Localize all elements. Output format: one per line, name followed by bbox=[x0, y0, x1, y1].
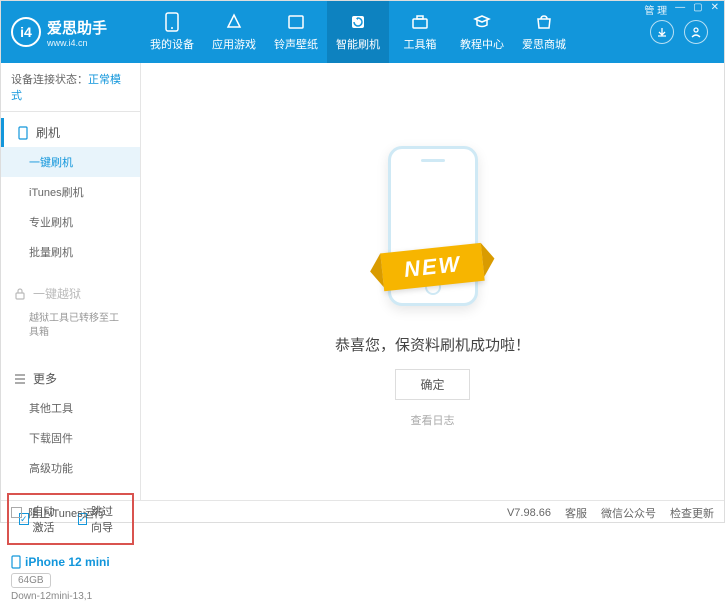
device-name: iPhone 12 mini bbox=[11, 555, 130, 569]
tab-label: 爱思商城 bbox=[522, 36, 566, 52]
user-button[interactable] bbox=[684, 20, 708, 44]
tab-store[interactable]: 爱思商城 bbox=[513, 1, 575, 63]
header-bar: i4 爱思助手 www.i4.cn 我的设备 应用游戏 铃声壁纸 智能刷机 工具… bbox=[1, 1, 724, 63]
tab-tutorials[interactable]: 教程中心 bbox=[451, 1, 513, 63]
check-update-link[interactable]: 检查更新 bbox=[670, 505, 714, 521]
section-flash[interactable]: 刷机 bbox=[1, 118, 140, 147]
download-button[interactable] bbox=[650, 20, 674, 44]
app-name: 爱思助手 bbox=[47, 17, 107, 38]
tab-flash[interactable]: 智能刷机 bbox=[327, 1, 389, 63]
logo-icon: i4 bbox=[11, 17, 41, 47]
tutorial-icon bbox=[472, 12, 492, 32]
app-url: www.i4.cn bbox=[47, 38, 107, 48]
main-content: NEW 恭喜您，保资料刷机成功啦！ 确定 查看日志 bbox=[141, 63, 724, 500]
connection-status: 设备连接状态：正常模式 bbox=[1, 63, 140, 112]
checkbox-block-itunes[interactable]: 阻止iTunes运行 bbox=[11, 505, 105, 521]
ok-button[interactable]: 确定 bbox=[395, 369, 469, 400]
lock-icon bbox=[13, 287, 27, 301]
header-right bbox=[650, 20, 714, 44]
device-info[interactable]: iPhone 12 mini 64GB Down-12mini-13,1 bbox=[1, 549, 140, 608]
apps-icon bbox=[224, 12, 244, 32]
jailbreak-note: 越狱工具已转移至工具箱 bbox=[1, 308, 140, 348]
window-menu[interactable]: 管 理 bbox=[644, 2, 667, 17]
sidebar-item-download-firmware[interactable]: 下载固件 bbox=[1, 423, 140, 453]
service-link[interactable]: 客服 bbox=[565, 505, 587, 521]
tab-label: 教程中心 bbox=[460, 36, 504, 52]
tab-label: 工具箱 bbox=[404, 36, 437, 52]
tab-my-device[interactable]: 我的设备 bbox=[141, 1, 203, 63]
section-jailbreak: 一键越狱 bbox=[1, 279, 140, 308]
menu-icon bbox=[13, 372, 27, 386]
phone-icon bbox=[16, 126, 30, 140]
success-message: 恭喜您，保资料刷机成功啦！ bbox=[335, 334, 530, 355]
view-log-link[interactable]: 查看日志 bbox=[411, 412, 455, 428]
tab-ringtones[interactable]: 铃声壁纸 bbox=[265, 1, 327, 63]
phone-icon bbox=[162, 12, 182, 32]
flash-icon bbox=[348, 12, 368, 32]
tab-label: 我的设备 bbox=[150, 36, 194, 52]
tab-label: 铃声壁纸 bbox=[274, 36, 318, 52]
tab-label: 应用游戏 bbox=[212, 36, 256, 52]
tab-label: 智能刷机 bbox=[336, 36, 380, 52]
sidebar-item-oneclick-flash[interactable]: 一键刷机 bbox=[1, 147, 140, 177]
wechat-link[interactable]: 微信公众号 bbox=[601, 505, 656, 521]
sidebar-item-other-tools[interactable]: 其他工具 bbox=[1, 393, 140, 423]
phone-icon bbox=[11, 555, 21, 569]
store-icon bbox=[534, 12, 554, 32]
nav-tabs: 我的设备 应用游戏 铃声壁纸 智能刷机 工具箱 教程中心 爱思商城 bbox=[141, 1, 650, 63]
checkbox-unchecked-icon bbox=[11, 507, 22, 518]
device-sub: Down-12mini-13,1 bbox=[11, 591, 130, 602]
sidebar-item-pro-flash[interactable]: 专业刷机 bbox=[1, 207, 140, 237]
minimize-icon[interactable]: — bbox=[675, 2, 685, 17]
version-label: V7.98.66 bbox=[507, 507, 551, 519]
logo-area: i4 爱思助手 www.i4.cn bbox=[11, 17, 141, 48]
success-illustration: NEW bbox=[333, 136, 533, 316]
maximize-icon[interactable]: ▢ bbox=[693, 2, 702, 17]
window-controls: 管 理 — ▢ ✕ bbox=[644, 2, 719, 17]
wallpaper-icon bbox=[286, 12, 306, 32]
sidebar-item-batch-flash[interactable]: 批量刷机 bbox=[1, 237, 140, 267]
tab-apps[interactable]: 应用游戏 bbox=[203, 1, 265, 63]
section-more[interactable]: 更多 bbox=[1, 364, 140, 393]
sidebar-item-itunes-flash[interactable]: iTunes刷机 bbox=[1, 177, 140, 207]
toolbox-icon bbox=[410, 12, 430, 32]
sidebar: 设备连接状态：正常模式 刷机 一键刷机 iTunes刷机 专业刷机 批量刷机 一… bbox=[1, 63, 141, 500]
device-storage: 64GB bbox=[11, 573, 51, 588]
tab-toolbox[interactable]: 工具箱 bbox=[389, 1, 451, 63]
sidebar-item-advanced[interactable]: 高级功能 bbox=[1, 453, 140, 483]
close-icon[interactable]: ✕ bbox=[711, 2, 719, 17]
